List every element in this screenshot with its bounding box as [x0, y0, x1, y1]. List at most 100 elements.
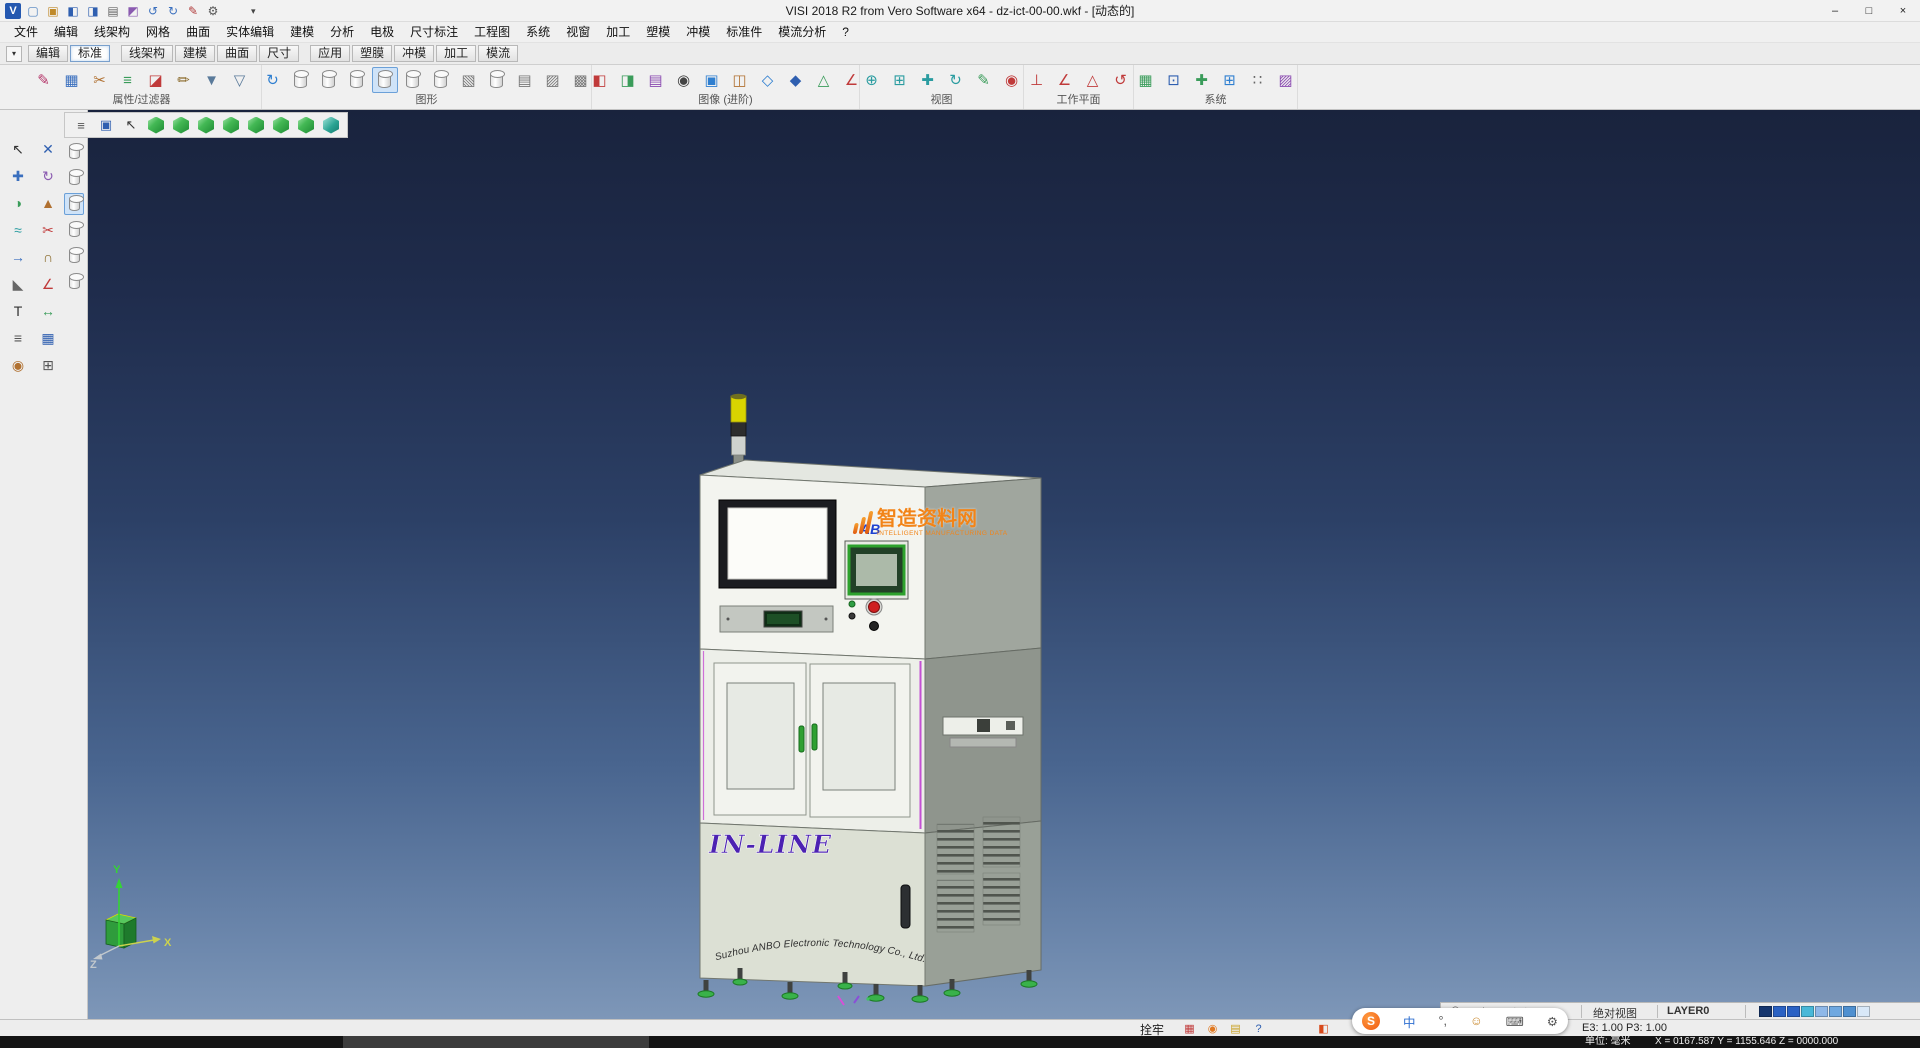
ime-keyboard-icon[interactable]: ⌨	[1506, 1014, 1524, 1029]
snap-star-icon[interactable]: ✚	[1189, 67, 1215, 93]
menu-surface[interactable]: 曲面	[178, 22, 218, 43]
ime-emoji-icon[interactable]: ☺	[1470, 1014, 1483, 1028]
body-visibility-6[interactable]	[64, 271, 84, 293]
menu-edit[interactable]: 编辑	[46, 22, 86, 43]
menu-dimensioning[interactable]: 尺寸标注	[402, 22, 466, 43]
tab-wireframe[interactable]: 线架构	[121, 45, 173, 62]
close-button[interactable]: ×	[1886, 0, 1920, 22]
view-left-icon[interactable]	[220, 114, 242, 136]
erase-attribute-icon[interactable]: ◪	[143, 67, 169, 93]
section-view-icon[interactable]: △	[811, 67, 837, 93]
layer-tool-icon[interactable]: ≡	[6, 326, 30, 350]
tab-application[interactable]: 应用	[310, 45, 350, 62]
menu-machining[interactable]: 加工	[598, 22, 638, 43]
workplane-reset-icon[interactable]: ↺	[1108, 67, 1134, 93]
stereo-right-icon[interactable]: ◨	[615, 67, 641, 93]
body-visibility-1[interactable]	[64, 141, 84, 163]
view-right-icon[interactable]	[245, 114, 267, 136]
menu-modeling[interactable]: 建模	[282, 22, 322, 43]
status-help-icon[interactable]: ?	[1251, 1021, 1266, 1036]
viewport-3d[interactable]: AB IN-LINE Suzhou	[88, 110, 1920, 1019]
menu-help[interactable]: ?	[834, 22, 857, 43]
body-visibility-2[interactable]	[64, 167, 84, 189]
body-visibility-5[interactable]	[64, 245, 84, 267]
grid-system-icon[interactable]: ⊞	[1217, 67, 1243, 93]
view-back-icon[interactable]	[195, 114, 217, 136]
extend-tool-icon[interactable]: →	[6, 245, 30, 269]
solids-list-icon[interactable]: ▤	[512, 67, 538, 93]
display-filter-icon[interactable]: ✎	[31, 67, 57, 93]
tab-surface[interactable]: 曲面	[217, 45, 257, 62]
edit-attribute-icon[interactable]: ✏	[171, 67, 197, 93]
tab-stamping[interactable]: 冲模	[394, 45, 434, 62]
status-snap-icon[interactable]: ▦	[1182, 1021, 1197, 1036]
zoom-window-icon[interactable]: ⊞	[887, 67, 913, 93]
solid-cube-icon[interactable]: ◆	[783, 67, 809, 93]
cut-filter-icon[interactable]: ✂	[87, 67, 113, 93]
body-visibility-3[interactable]	[64, 193, 84, 215]
snapshot-icon[interactable]: ▣	[699, 67, 725, 93]
stereo-left-icon[interactable]: ◧	[587, 67, 613, 93]
menu-window[interactable]: 视窗	[558, 22, 598, 43]
ime-toolbox-icon[interactable]: ⚙	[1547, 1014, 1558, 1029]
layer-color-bars[interactable]	[1759, 1006, 1870, 1017]
machine-model[interactable]: AB IN-LINE Suzhou	[698, 394, 1041, 1005]
wire-cube-icon[interactable]: ◇	[755, 67, 781, 93]
filter-remove-icon[interactable]: ▽	[227, 67, 253, 93]
tab-edit[interactable]: 编辑	[28, 45, 68, 62]
menu-system[interactable]: 系统	[518, 22, 558, 43]
fillet-tool-icon[interactable]: ∩	[36, 245, 60, 269]
ruler-icon[interactable]: ✎	[971, 67, 997, 93]
menu-mesh[interactable]: 网格	[138, 22, 178, 43]
tab-standard[interactable]: 标准	[70, 45, 110, 62]
camera-icon[interactable]: ◉	[671, 67, 697, 93]
select-tool-icon[interactable]: ↖	[6, 137, 30, 161]
film-strip-icon[interactable]: ▤	[643, 67, 669, 93]
layer-list-icon[interactable]: ≡	[115, 67, 141, 93]
menu-file[interactable]: 文件	[6, 22, 46, 43]
menu-electrode[interactable]: 电极	[362, 22, 402, 43]
orbit-view-icon[interactable]: ↻	[943, 67, 969, 93]
menu-solid-edit[interactable]: 实体编辑	[218, 22, 282, 43]
workplane-xy-icon[interactable]: ⊥	[1024, 67, 1050, 93]
shaded-mode-icon[interactable]	[344, 67, 370, 93]
view-pin-icon[interactable]: ◉	[999, 67, 1025, 93]
minimize-button[interactable]: –	[1818, 0, 1852, 22]
sogou-logo-icon[interactable]: S	[1362, 1012, 1380, 1030]
wireframe-mode-icon[interactable]	[288, 67, 314, 93]
rotate-tool-icon[interactable]: ↻	[36, 164, 60, 188]
menu-analysis[interactable]: 分析	[322, 22, 362, 43]
body-visibility-4[interactable]	[64, 219, 84, 241]
view-axon-icon[interactable]	[320, 114, 342, 136]
taskbar-active-app[interactable]	[343, 1036, 649, 1048]
regen-view-icon[interactable]: ↻	[260, 67, 286, 93]
grid-tool-icon[interactable]: ⊞	[36, 353, 60, 377]
ime-mode-chinese[interactable]: 中	[1403, 1012, 1416, 1031]
menu-mold[interactable]: 塑模	[638, 22, 678, 43]
select-arrow-icon[interactable]: ↖	[120, 114, 142, 136]
hatch-icon[interactable]: ▨	[540, 67, 566, 93]
menu-wireframe[interactable]: 线架构	[86, 22, 138, 43]
scale-tool-icon[interactable]: ▲	[36, 191, 60, 215]
move-tool-icon[interactable]: ✚	[6, 164, 30, 188]
translucent-mode-icon[interactable]	[400, 67, 426, 93]
hidden-line-mode-icon[interactable]	[316, 67, 342, 93]
menu-die[interactable]: 冲模	[678, 22, 718, 43]
draft-mode-icon[interactable]	[428, 67, 454, 93]
pan-view-icon[interactable]: ✚	[915, 67, 941, 93]
tab-dimension[interactable]: 尺寸	[259, 45, 299, 62]
filter-add-icon[interactable]: ▼	[199, 67, 225, 93]
zoom-extents-icon[interactable]: ⊕	[859, 67, 885, 93]
workplane-3point-icon[interactable]: △	[1080, 67, 1106, 93]
ime-punctuation-icon[interactable]: °,	[1438, 1014, 1446, 1028]
maximize-button[interactable]: □	[1852, 0, 1886, 22]
snap-tool-icon[interactable]: ◉	[6, 353, 30, 377]
trim-tool-icon[interactable]: ✂	[36, 218, 60, 242]
color-mosaic-icon[interactable]: ▦	[1133, 67, 1159, 93]
tray-cube-icon[interactable]: ◧	[1316, 1021, 1331, 1036]
view-front-icon[interactable]	[170, 114, 192, 136]
monitor-icon[interactable]: ⊡	[1161, 67, 1187, 93]
layer-stack-icon[interactable]: ≡	[70, 114, 92, 136]
solid-box-icon[interactable]: ▧	[456, 67, 482, 93]
menu-drawing[interactable]: 工程图	[466, 22, 518, 43]
